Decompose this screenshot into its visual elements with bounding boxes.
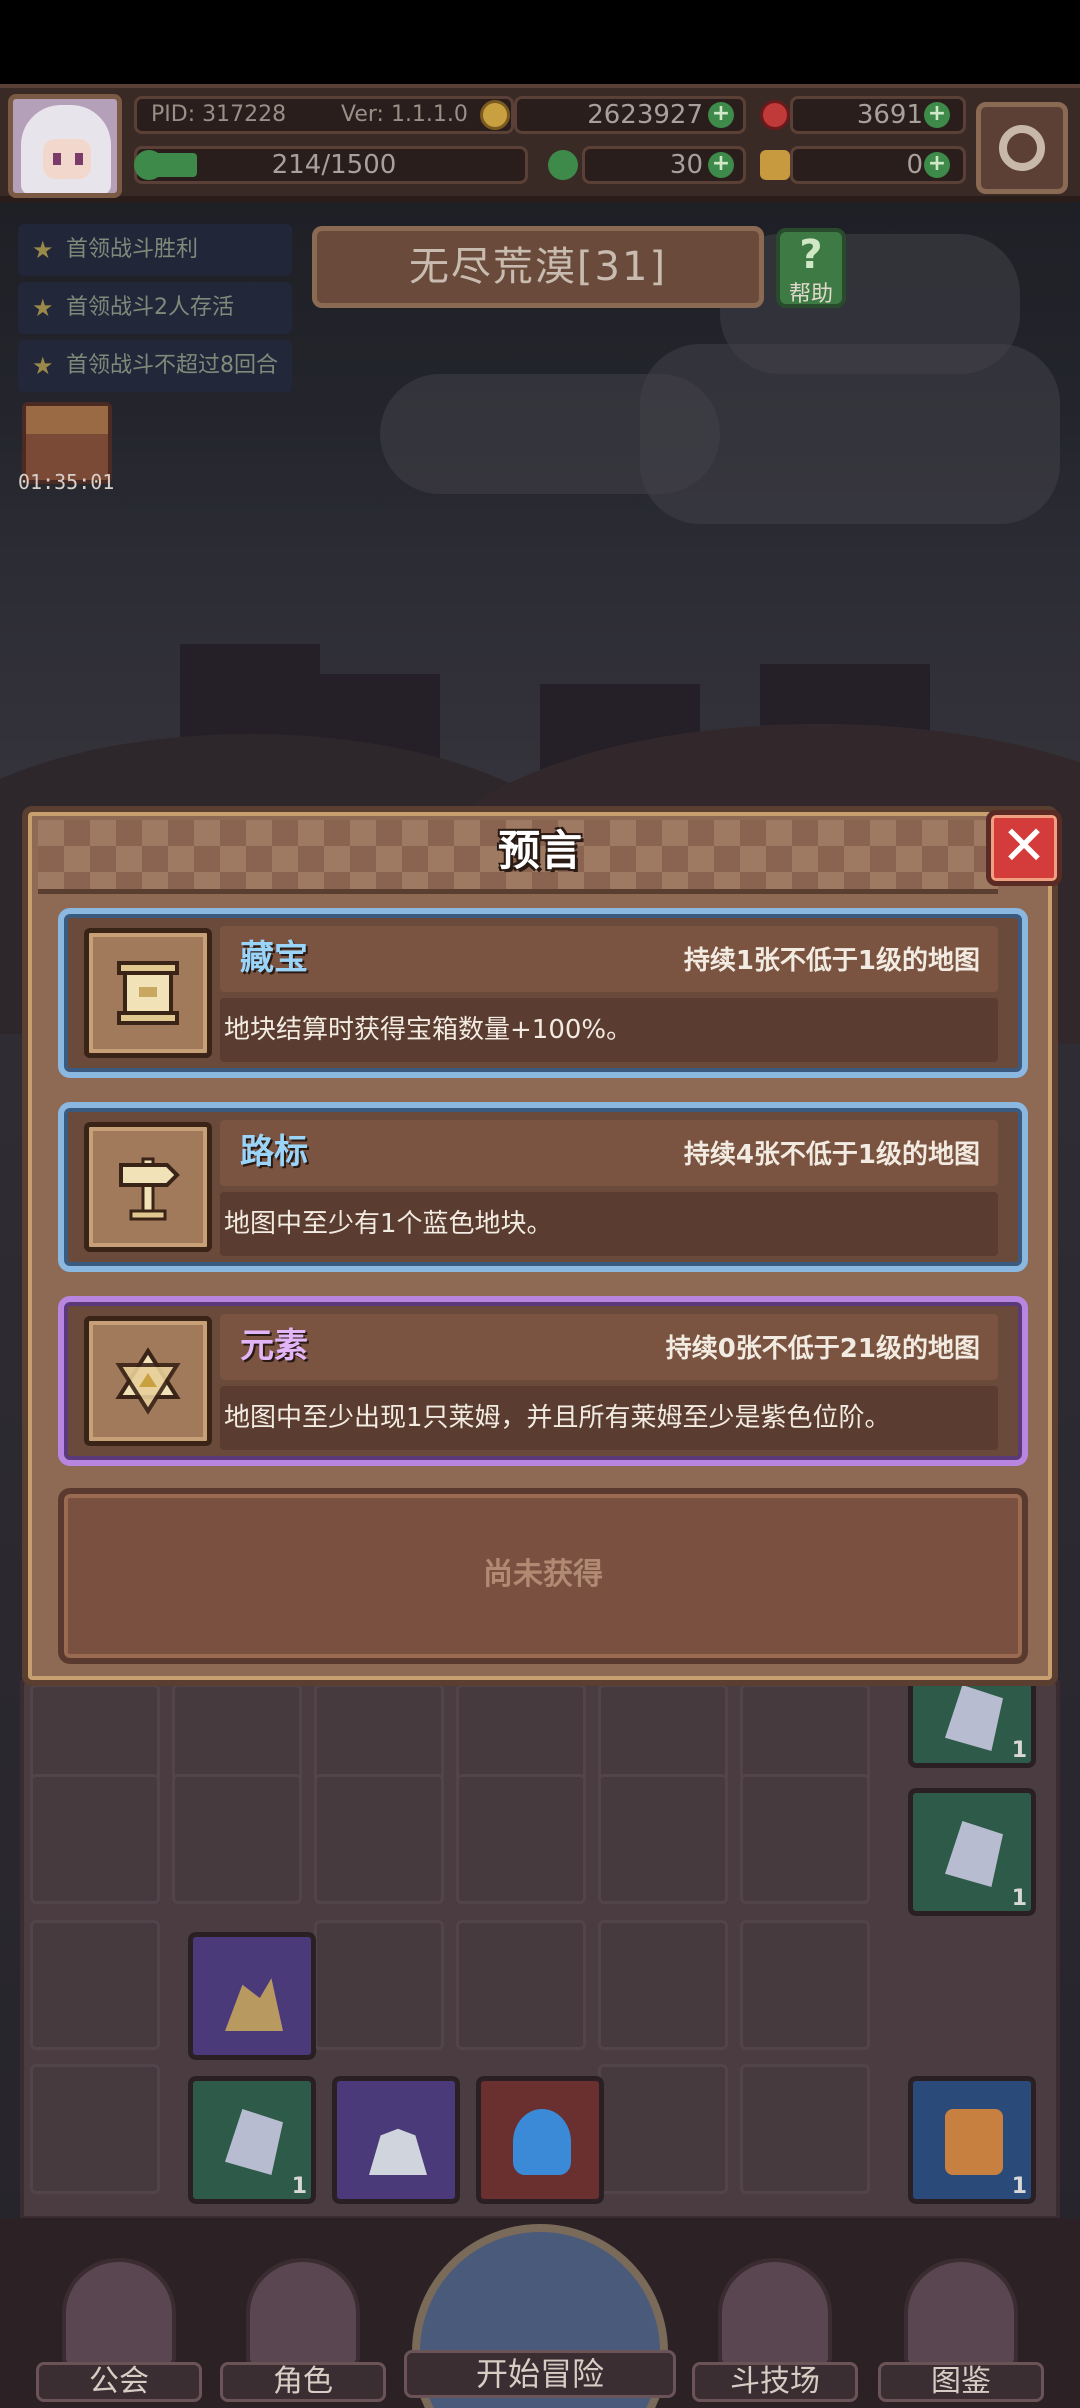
start-adventure-button[interactable]: 开始冒险: [404, 2220, 676, 2408]
card-description: 地图中至少有1个蓝色地块。: [224, 1209, 553, 1239]
xp-leaf-icon: [134, 150, 164, 180]
prophecy-card[interactable]: 路标 持续4张不低于1级的地图 地图中至少有1个蓝色地块。: [58, 1102, 1028, 1272]
nav-character[interactable]: 角色: [220, 2258, 386, 2402]
gold-coin-icon: [480, 100, 510, 130]
crystal-icon: [945, 1685, 1003, 1751]
quest-item[interactable]: ★ 首领战斗不超过8回合: [18, 340, 292, 392]
crystal-icon: [225, 2109, 283, 2175]
start-adventure-label: 开始冒险: [404, 2350, 676, 2398]
gear-icon: [999, 125, 1045, 171]
pid-bar: PID: 317228 Ver: 1.1.1.0: [134, 96, 514, 134]
card-icon-frame: [84, 1316, 212, 1446]
tile-level: 1: [1011, 2174, 1027, 2199]
gem-amount: 3691: [856, 100, 923, 130]
board-tile[interactable]: [476, 2076, 604, 2204]
tile-level: 1: [1011, 1886, 1027, 1911]
card-description: 地块结算时获得宝箱数量+100%。: [224, 1015, 633, 1045]
version-label: Ver: 1.1.1.0: [341, 102, 468, 127]
card-name: 路标: [240, 1132, 308, 1172]
dialog-title: 预言: [497, 826, 582, 875]
potion-jar-icon: [945, 2109, 1003, 2175]
nav-arena[interactable]: 斗技场: [692, 2258, 858, 2402]
crossed-swords-icon: [718, 2258, 832, 2368]
clover-icon: [548, 150, 578, 180]
close-icon: ✕: [1001, 814, 1047, 877]
player-avatar[interactable]: [8, 94, 122, 198]
crystal-icon: [945, 1821, 1003, 1887]
quest-label: 首领战斗胜利: [66, 237, 199, 262]
stone-pile-icon: [369, 2128, 427, 2175]
prophecy-dialog: 预言 ✕ 藏宝 持续1张不低于1级的地图 地块结算时获得宝箱数量+100%。 路…: [22, 806, 1062, 1686]
game-board: 1 1 1 1: [20, 1674, 1060, 2220]
clover-amount: 30: [669, 150, 703, 180]
tile-level: 1: [1011, 1738, 1027, 1763]
prophecy-card[interactable]: 藏宝 持续1张不低于1级的地图 地块结算时获得宝箱数量+100%。: [58, 908, 1028, 1078]
close-button[interactable]: ✕: [986, 810, 1062, 886]
card-duration: 持续0张不低于21级的地图: [665, 1334, 980, 1364]
add-gold-button[interactable]: +: [708, 102, 734, 128]
star-icon: ★: [32, 236, 54, 264]
board-tile[interactable]: [188, 1932, 316, 2060]
slime-icon: [513, 2109, 571, 2175]
star-icon: ★: [32, 294, 54, 322]
card-name: 元素: [240, 1326, 308, 1366]
settings-button[interactable]: [976, 102, 1068, 194]
book-icon: [904, 2258, 1018, 2368]
star-icon: ★: [32, 352, 54, 380]
thumb-amount: 0: [906, 150, 923, 180]
card-icon-frame: [84, 1122, 212, 1252]
nav-codex[interactable]: 图鉴: [878, 2258, 1044, 2402]
rock-pile-icon: [225, 1978, 283, 2031]
signpost-icon: [119, 1157, 180, 1221]
nav-codex-label: 图鉴: [878, 2362, 1044, 2402]
card-icon-frame: [84, 928, 212, 1058]
add-clover-button[interactable]: +: [708, 152, 734, 178]
treasure-scroll-icon: [117, 961, 179, 1025]
map-title: 无尽荒漠[31]: [312, 226, 764, 308]
card-duration: 持续4张不低于1级的地图: [683, 1140, 980, 1170]
help-label: 帮助: [788, 282, 833, 307]
question-mark-icon: ?: [799, 232, 823, 278]
nav-guild-label: 公会: [36, 2362, 202, 2402]
quest-label: 首领战斗2人存活: [66, 295, 234, 320]
nav-character-label: 角色: [220, 2362, 386, 2402]
xp-bar: 214/1500: [134, 146, 528, 184]
quest-label: 首领战斗不超过8回合: [66, 353, 278, 378]
character-portrait-icon: [246, 2258, 360, 2368]
ruby-icon: [760, 100, 790, 130]
quest-item[interactable]: ★ 首领战斗胜利: [18, 224, 292, 276]
board-tile[interactable]: 1: [188, 2076, 316, 2204]
top-hud: PID: 317228 Ver: 1.1.1.0 2623927 + 3691 …: [0, 84, 1080, 202]
nav-guild[interactable]: 公会: [36, 2258, 202, 2402]
hexagram-icon: [115, 1347, 181, 1415]
card-name: 藏宝: [240, 938, 308, 978]
guild-hall-icon: [62, 2258, 176, 2368]
chest-timer: 01:35:01: [18, 470, 115, 494]
gold-amount: 2623927: [587, 100, 703, 130]
card-description: 地图中至少出现1只莱姆，并且所有莱姆至少是紫色位阶。: [224, 1403, 891, 1433]
board-tile[interactable]: 1: [908, 1674, 1036, 1768]
board-tile[interactable]: 1: [908, 2076, 1036, 2204]
card-duration: 持续1张不低于1级的地图: [683, 946, 980, 976]
quest-item[interactable]: ★ 首领战斗2人存活: [18, 282, 292, 334]
add-gem-button[interactable]: +: [924, 102, 950, 128]
board-tile[interactable]: [332, 2076, 460, 2204]
empty-prophecy-slot: 尚未获得: [58, 1488, 1028, 1664]
add-thumb-button[interactable]: +: [924, 152, 950, 178]
thumbs-up-icon: [760, 150, 790, 180]
pid-label: PID: 317228: [151, 102, 287, 127]
nav-arena-label: 斗技场: [692, 2362, 858, 2402]
tile-level: 1: [291, 2174, 307, 2199]
xp-text: 214/1500: [271, 150, 397, 180]
prophecy-card[interactable]: 元素 持续0张不低于21级的地图 地图中至少出现1只莱姆，并且所有莱姆至少是紫色…: [58, 1296, 1028, 1466]
board-tile[interactable]: 1: [908, 1788, 1036, 1916]
